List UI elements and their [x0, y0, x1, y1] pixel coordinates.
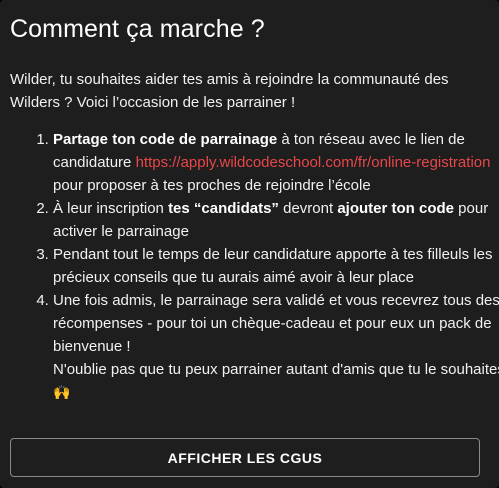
step-3-text: Pendant tout le temps de leur candidatur…	[53, 246, 493, 286]
step-1-text-b: pour proposer à tes proches de rejoindre…	[53, 177, 371, 194]
show-cgu-button[interactable]: AFFICHER LES CGUS	[10, 438, 480, 477]
step-1-bold: Partage ton code de parrainage	[53, 131, 278, 148]
list-item: À leur inscription tes “candidats” devro…	[53, 197, 499, 243]
list-item: Partage ton code de parrainage à ton rés…	[53, 128, 499, 197]
list-item: Une fois admis, le parrainage sera valid…	[53, 289, 499, 404]
intro-text: Wilder, tu souhaites aider tes amis à re…	[10, 71, 449, 111]
step-4-text: Une fois admis, le parrainage sera valid…	[53, 292, 499, 355]
list-item: Pendant tout le temps de leur candidatur…	[53, 243, 499, 289]
application-link[interactable]: https://apply.wildcodeschool.com/fr/onli…	[136, 154, 491, 171]
step-4-text-b: N'oublie pas que tu peux parrainer autan…	[53, 361, 499, 378]
step-2-text-a: À leur inscription	[53, 200, 169, 217]
step-2-text-b: devront	[278, 200, 338, 217]
step-2-bold-a: tes “candidats”	[168, 200, 279, 217]
page-title: Comment ça marche ?	[10, 15, 265, 43]
raised-hands-icon: 🙌	[53, 384, 71, 400]
referral-card: Comment ça marche ? Wilder, tu souhaites…	[0, 0, 499, 488]
steps-list: Partage ton code de parrainage à ton rés…	[10, 128, 499, 404]
step-2-bold-b: ajouter ton code	[337, 200, 454, 217]
